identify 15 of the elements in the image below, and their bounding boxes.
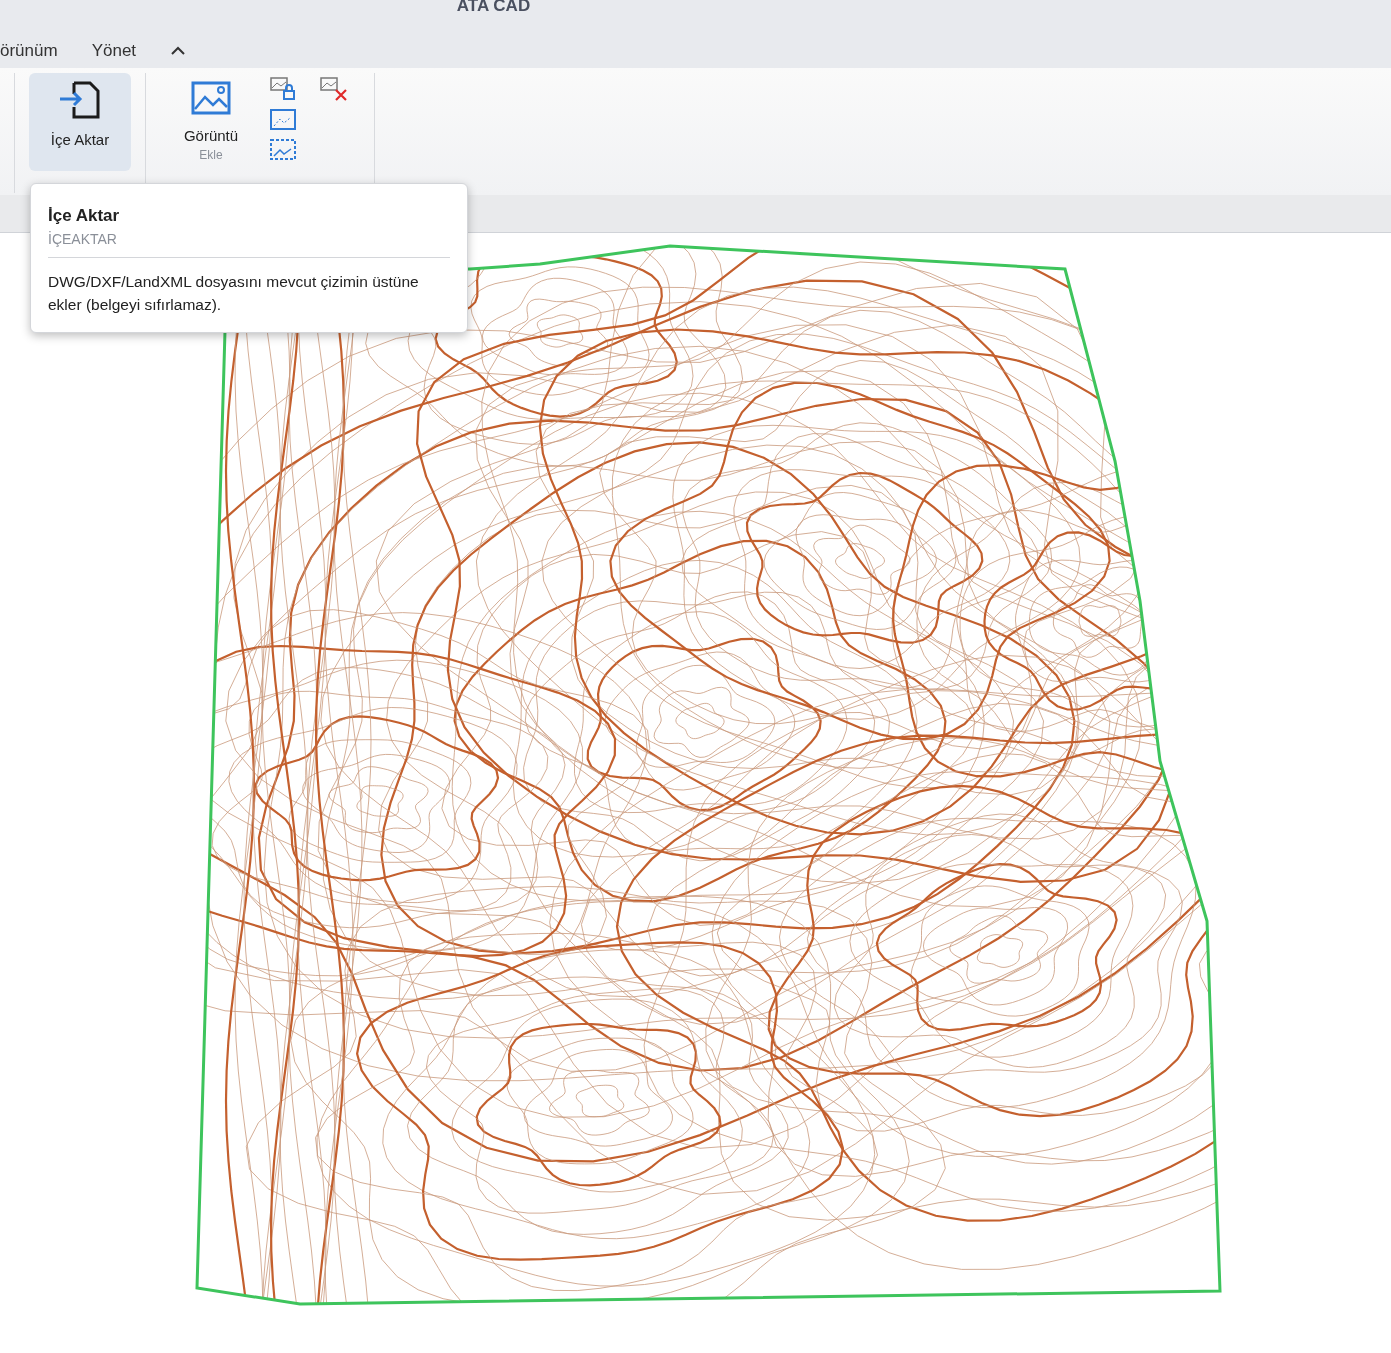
window-title: ATA CAD [456,0,531,17]
ribbon-tab[interactable]: Yönet [91,41,137,61]
import-button[interactable]: İçe Aktar [29,73,131,171]
add-image-button[interactable]: Görüntü Ekle [160,73,262,171]
image-clip-icon[interactable] [270,109,296,131]
image-frame-icon[interactable] [270,139,296,161]
image-lock-icon[interactable] [270,77,296,101]
ribbon-tab[interactable]: örünüm [0,41,58,61]
image-remove-icon[interactable] [320,77,348,101]
tooltip-command: İÇEAKTAR [48,231,118,247]
import-file-icon [58,81,102,119]
image-icon [191,81,231,115]
tooltip-description: DWG/DXF/LandXML dosyasını mevcut çizimin üstüne ekler (belgeyi sıfırlamaz). [48,272,420,315]
tooltip-title: İçe Aktar [48,206,121,226]
collapse-caret-icon[interactable] [170,46,187,56]
